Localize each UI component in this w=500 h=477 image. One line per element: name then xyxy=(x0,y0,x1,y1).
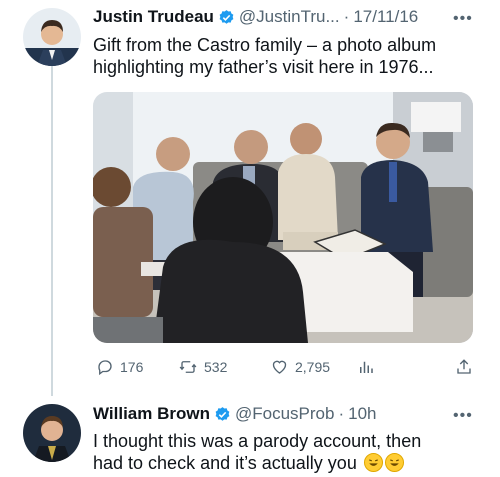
author-name[interactable]: Justin Trudeau xyxy=(93,7,214,27)
like-count: 2,795 xyxy=(295,359,331,375)
rofl-emoji-icon xyxy=(384,453,404,472)
reply-icon xyxy=(98,360,112,376)
more-options-button[interactable]: ••• xyxy=(453,10,473,28)
views-button[interactable] xyxy=(357,358,375,376)
retweet-button[interactable]: 532 xyxy=(178,358,227,376)
reply-author-name[interactable]: William Brown xyxy=(93,404,210,424)
tweet-text-line-2: highlighting my father’s visit here in 1… xyxy=(93,57,434,77)
verified-badge-icon xyxy=(219,9,234,24)
thread-line xyxy=(51,66,53,396)
retweet-count: 532 xyxy=(204,359,228,375)
rofl-emoji-icon xyxy=(363,453,383,472)
reply-author-avatar[interactable] xyxy=(23,404,81,462)
views-icon xyxy=(360,361,373,373)
verified-badge-icon xyxy=(215,406,230,421)
share-icon xyxy=(457,359,471,374)
separator-dot: · xyxy=(343,7,350,26)
author-avatar[interactable] xyxy=(23,8,81,66)
reply-button[interactable]: 176 xyxy=(96,358,143,376)
separator-dot: · xyxy=(338,404,345,423)
tweet-text-line-1: Gift from the Castro family – a photo al… xyxy=(93,35,437,55)
retweet-icon xyxy=(179,361,197,373)
reply-count: 176 xyxy=(120,359,144,375)
reply-text-line-1: I thought this was a parody account, the… xyxy=(93,431,422,451)
author-handle[interactable]: @JustinTru... xyxy=(239,7,340,27)
reply-text-line-2: had to check and it’s actually you xyxy=(93,453,357,473)
reply-author-handle[interactable]: @FocusProb xyxy=(235,404,334,424)
tweet-photo[interactable] xyxy=(93,92,473,343)
reply-more-options-button[interactable]: ••• xyxy=(453,407,473,425)
like-button[interactable]: 2,795 xyxy=(270,358,330,376)
tweet-date[interactable]: 17/11/16 xyxy=(353,7,418,27)
share-button[interactable] xyxy=(455,357,473,377)
reply-time[interactable]: 10h xyxy=(348,404,376,424)
heart-icon xyxy=(272,360,287,374)
